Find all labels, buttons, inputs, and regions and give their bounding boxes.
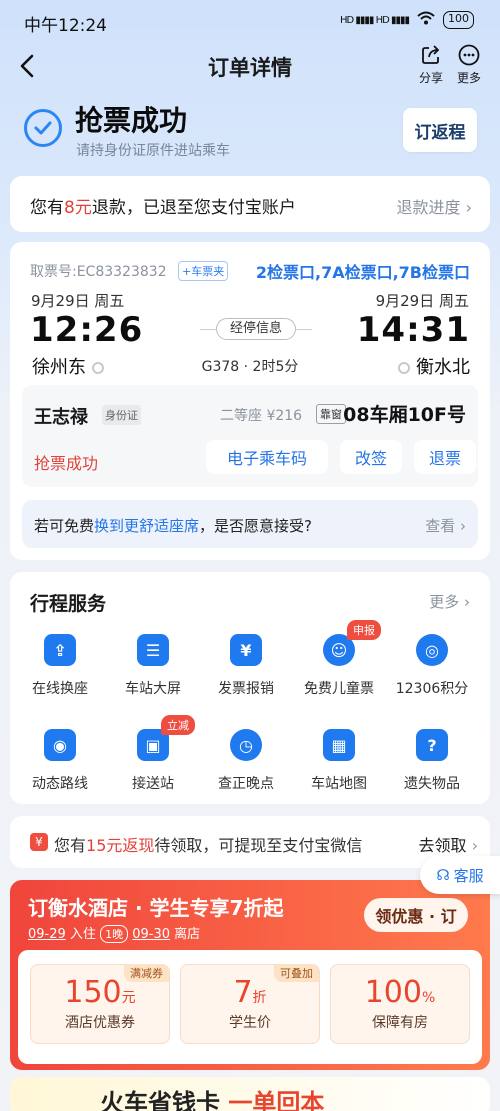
more-button[interactable]: 更多 — [451, 44, 487, 86]
service-item[interactable]: ¥ 发票报销 — [198, 634, 294, 698]
book-return-button[interactable]: 订返程 — [403, 108, 477, 152]
e-ticket-button[interactable]: 电子乘车码 — [206, 440, 328, 474]
services-more-link[interactable]: 更多 › — [429, 591, 470, 612]
train-info: G378 · 2时5分 — [201, 359, 299, 375]
route-icon: ◉ — [44, 729, 76, 761]
savings-card-promo[interactable]: 火车省钱卡 一单回本 — [10, 1077, 490, 1111]
service-label: 发票报销 — [218, 681, 274, 697]
service-item[interactable]: ☺ 免费儿童票 申报 — [291, 620, 387, 698]
ticket-wallet-tag[interactable]: +车票夹 — [178, 261, 229, 281]
points-icon: ◎ — [416, 634, 448, 666]
hotel-promo-title: 订衡水酒店 · 学生专享7折起 — [28, 896, 284, 920]
refund-amount: 8元 — [64, 198, 92, 218]
cashback-message: 您有15元返现待领取，可提现至支付宝微信 — [54, 836, 363, 855]
success-subtitle: 请持身份证原件进站乘车 — [76, 143, 230, 159]
seat-upgrade-banner[interactable]: 若可免费换到更舒适座席，是否愿意接受? 查看 › — [22, 500, 478, 548]
headset-icon: ☊ — [436, 866, 450, 884]
map-icon: ▦ — [323, 729, 355, 761]
depart-time: 12:26 — [30, 310, 144, 350]
lost-item-icon: ? — [416, 729, 448, 761]
service-item[interactable]: ◎ 12306积分 — [384, 634, 480, 698]
claim-link[interactable]: 去领取 › — [418, 832, 478, 856]
ticket-number: 取票号:EC83323832 — [30, 264, 167, 280]
id-type-badge: 身份证 — [102, 405, 141, 425]
status-icons: HD ▮▮▮▮ HD ▮▮▮▮ 100 — [340, 11, 474, 29]
service-item[interactable]: ? 遗失物品 — [384, 729, 480, 793]
arrive-time: 14:31 — [356, 310, 470, 350]
coupon-list: 满减券 150元 酒店优惠券 可叠加 7折 学生价 100% 保障有房 — [18, 950, 482, 1064]
service-label: 12306积分 — [395, 681, 469, 697]
share-button[interactable]: 分享 — [413, 44, 449, 86]
savings-promo-text: 火车省钱卡 一单回本 — [100, 1089, 325, 1111]
upgrade-message: 若可免费换到更舒适座席，是否愿意接受? — [34, 517, 312, 535]
more-label: 更多 — [456, 71, 481, 85]
ticket-card: 取票号:EC83323832 +车票夹 2检票口,7A检票口,7B检票口 9月2… — [10, 242, 490, 560]
status-time: 中午12:24 — [24, 16, 107, 36]
service-label: 动态路线 — [32, 776, 88, 792]
depart-date: 9月29日 周五 — [31, 292, 125, 310]
share-label: 分享 — [418, 71, 443, 85]
hotel-promo-card[interactable]: 订衡水酒店 · 学生专享7折起 09-29 入住 1晚 09-30 离店 领优惠… — [10, 880, 490, 1070]
service-item[interactable]: ◉ 动态路线 — [12, 729, 108, 793]
service-item[interactable]: ⇪ 在线换座 — [12, 634, 108, 698]
service-item[interactable]: ☰ 车站大屏 — [105, 634, 201, 698]
stops-info-button[interactable]: 经停信息 — [216, 318, 296, 340]
service-item[interactable]: ▦ 车站地图 — [291, 729, 387, 793]
chevron-right-icon: › — [460, 517, 466, 535]
coupon-student[interactable]: 可叠加 7折 学生价 — [180, 964, 320, 1044]
success-check-icon — [24, 109, 62, 147]
more-icon — [458, 44, 480, 66]
service-label: 在线换座 — [32, 681, 88, 697]
passenger-name: 王志禄 — [34, 407, 88, 428]
status-bar: 中午12:24 HD ▮▮▮▮ HD ▮▮▮▮ 100 — [0, 0, 500, 44]
service-label: 查正晚点 — [218, 776, 274, 792]
battery-icon: 100 — [443, 11, 474, 29]
service-label: 车站大屏 — [125, 681, 181, 697]
chevron-right-icon: › — [471, 836, 478, 855]
gate-info: 2检票口,7A检票口,7B检票口 — [255, 263, 470, 282]
success-title: 抢票成功 — [75, 104, 188, 137]
wifi-icon — [417, 11, 435, 29]
coupon-hotel[interactable]: 满减券 150元 酒店优惠券 — [30, 964, 170, 1044]
arrive-date: 9月29日 周五 — [375, 292, 469, 310]
window-seat-badge: 靠窗 — [316, 404, 346, 424]
ticket-status: 抢票成功 — [34, 454, 99, 473]
refund-progress-link[interactable]: 退款进度 › — [396, 194, 472, 218]
chevron-right-icon: › — [464, 593, 470, 611]
signal-icon: HD ▮▮▮▮ HD ▮▮▮▮ — [340, 14, 410, 26]
station-screen-icon: ☰ — [137, 634, 169, 666]
refund-ticket-button[interactable]: 退票 — [414, 440, 476, 474]
refund-card[interactable]: 您有8元退款，已退至您支付宝账户 退款进度 › — [10, 176, 490, 232]
clock-icon: ◷ — [230, 729, 262, 761]
seat-swap-icon: ⇪ — [44, 634, 76, 666]
trip-services-card: 行程服务 更多 › ⇪ 在线换座 ☰ 车站大屏 ¥ 发票报销 ☺ 免费儿童票 申报 ◎ 12306积… — [10, 572, 490, 804]
seat-class-price: 二等座 ¥216 — [220, 408, 303, 424]
service-badge: 申报 — [347, 620, 381, 640]
hotel-dates: 09-29 入住 1晚 09-30 离店 — [28, 925, 201, 943]
claim-coupon-button[interactable]: 领优惠 · 订 — [364, 898, 468, 932]
upgrade-view-link[interactable]: 查看 › — [425, 515, 466, 536]
passenger-box: 王志禄 身份证 二等座 ¥216 靠窗 08车厢10F号 抢票成功 电子乘车码 … — [22, 385, 478, 487]
service-item[interactable]: ◷ 查正晚点 — [198, 729, 294, 793]
service-label: 遗失物品 — [404, 776, 460, 792]
seat-number: 08车厢10F号 — [343, 404, 466, 426]
service-badge: 立减 — [161, 715, 195, 735]
cashback-icon: ¥ — [30, 833, 48, 851]
change-ticket-button[interactable]: 改签 — [340, 440, 402, 474]
share-icon — [422, 45, 440, 64]
services-title: 行程服务 — [30, 593, 107, 615]
service-label: 接送站 — [132, 776, 174, 792]
chevron-right-icon: › — [465, 198, 472, 217]
invoice-icon: ¥ — [230, 634, 262, 666]
customer-service-button[interactable]: ☊ 客服 — [420, 856, 500, 894]
service-label: 免费儿童票 — [304, 681, 374, 697]
coupon-guarantee[interactable]: 100% 保障有房 — [330, 964, 470, 1044]
refund-message: 您有8元退款，已退至您支付宝账户 — [30, 198, 296, 218]
cashback-banner[interactable]: ¥ 您有15元返现待领取，可提现至支付宝微信 去领取 › — [10, 816, 490, 868]
service-label: 车站地图 — [311, 776, 367, 792]
service-item[interactable]: ▣ 接送站 立减 — [105, 715, 201, 793]
